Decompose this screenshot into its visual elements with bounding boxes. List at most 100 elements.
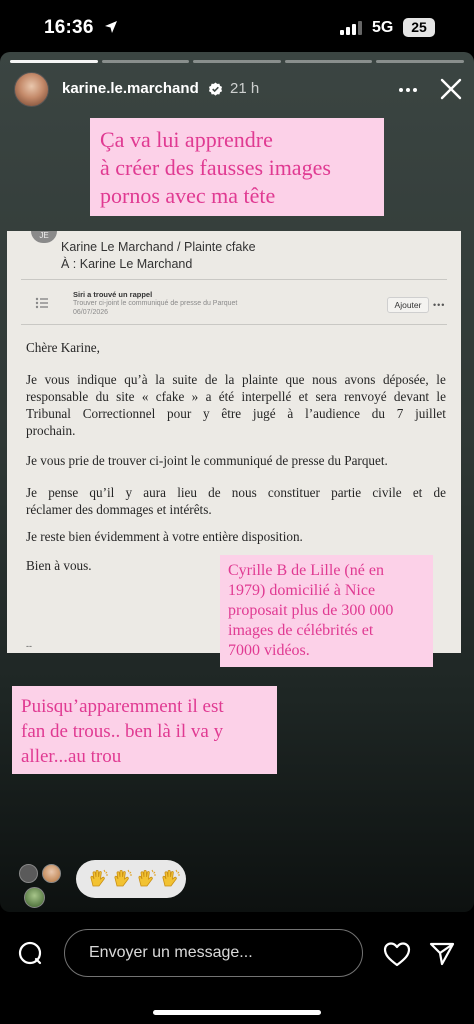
word: qu’à [124,372,148,387]
word: responsable [26,389,89,404]
signal-bars-icon [340,21,362,35]
word: le [436,372,446,387]
message-input[interactable]: Envoyer un message... [64,929,363,977]
word: avons [344,372,376,387]
word: jugé [252,406,276,421]
word: renvoyé [344,389,387,404]
word: Tribunal [26,406,71,421]
letter-line: Tribunal Correctionnel pour y être jugé à l’aud… [26,405,446,422]
word: pour [167,406,192,421]
email-recipient: À : Karine Le Marchand [61,257,193,271]
word: Je [26,485,37,500]
siri-date: 06/07/2026 [73,309,109,316]
word: sera [315,389,337,404]
word: être [221,406,242,421]
status-time: 16:36 [44,17,94,38]
caption-line: 1979) domicilié à Nice [228,582,376,599]
word: la [224,372,235,387]
word: devant [393,389,430,404]
verified-badge-icon [208,82,223,96]
word: Je [26,372,37,387]
word: » [191,389,199,404]
caption-line: aller...au trou [21,746,122,767]
word: le [436,389,446,404]
caption-line: fan de trous.. ben là il va y [21,721,224,742]
word: suite [172,372,198,387]
word: y [125,485,133,500]
letter-line: Chère Karine, [26,340,100,355]
word: site [116,389,135,404]
location-arrow-icon [105,21,117,33]
word: civile [372,485,402,500]
story-footer: Envoyer un message... [0,860,474,1024]
word: cfake [155,389,185,404]
story-caption-top: Ça va lui apprendre à créer des fausses … [90,118,384,216]
reminder-list-icon [35,297,48,309]
word: à [287,406,294,421]
word: nous [312,372,337,387]
story-username[interactable]: karine.le.marchand [62,80,199,97]
viewer-avatar[interactable] [42,864,61,883]
word: y [203,406,210,421]
close-icon[interactable] [440,78,462,100]
letter-paragraph-2: Je vous prie de trouver ci-joint le comm… [26,452,446,469]
word: la [155,372,165,387]
letter-line: Je vous prie de trouver ci-joint le comm… [26,453,388,468]
home-indicator [153,1010,321,1015]
progress-segment [101,60,190,63]
letter-line: Je pense qu’il y aura lieu de nous constituer par… [26,484,446,501]
divider [21,324,447,325]
word: Correctionnel [82,406,156,421]
avatar[interactable] [14,72,49,107]
letter-paragraph-4: Je reste bien évidemment à votre entière… [26,528,446,545]
camera-icon[interactable] [18,941,42,965]
divider [21,279,447,280]
caption-line: Ça va lui apprendre [100,127,273,152]
clapping-hands-icon [138,869,156,887]
word: de [204,372,218,387]
word: de [433,485,446,500]
letter-line: prochain. [26,423,76,438]
more-options-icon[interactable] [397,80,419,100]
word: a [205,389,212,404]
caption-line: Puisqu’apparemment il est [21,696,224,717]
word: du [371,406,385,421]
letter-line: responsable du site « cfake » a été interpellé et… [26,388,446,405]
email-subject: Karine Le Marchand / Plainte cfake [61,240,256,254]
letter-salutation: Chère Karine, [26,339,446,356]
clapping-hands-icon [162,869,180,887]
progress-segment [376,60,464,63]
letter-line: Je reste bien évidemment à votre entière… [26,529,303,544]
heart-icon[interactable] [383,941,411,967]
progress-segment [193,60,281,63]
story-time-ago: 21 h [230,80,260,97]
word: lieu [177,485,197,500]
word: qu’il [89,485,115,500]
word: et [298,389,309,404]
viewer-avatar[interactable] [19,864,38,883]
word: été [218,389,235,404]
caption-line: images de célébrités et [228,622,374,639]
more-icon: ••• [433,300,446,310]
word: nous [231,485,257,500]
viewer-avatar[interactable] [24,887,45,908]
caption-line: pornos avec ma tête [100,183,276,208]
network-type: 5G [372,19,394,36]
story-viewer[interactable]: karine.le.marchand 21 h Ça va lui appren… [0,52,474,912]
caption-line: proposait plus de 300 000 [228,602,394,619]
story-caption-middle: Cyrille B de Lille (né en 1979) domicili… [220,555,433,667]
word: partie [331,485,362,500]
word: déposée, [382,372,429,387]
word: et [412,485,423,500]
word: juillet [415,406,446,421]
reaction-bubble[interactable] [76,860,186,898]
battery-indicator: 25 [403,18,435,37]
send-icon[interactable] [429,941,455,967]
word: du [95,389,109,404]
word: 7 [396,406,404,421]
story-caption-bottom: Puisqu’apparemment il est fan de trous..… [12,686,277,774]
word: indique [77,372,117,387]
siri-suggestion: Siri a trouvé un rappel Trouver ci-joint… [21,286,447,322]
siri-subtitle: Trouver ci-joint le communiqué de presse… [73,300,238,307]
siri-title: Siri a trouvé un rappel [73,290,153,299]
